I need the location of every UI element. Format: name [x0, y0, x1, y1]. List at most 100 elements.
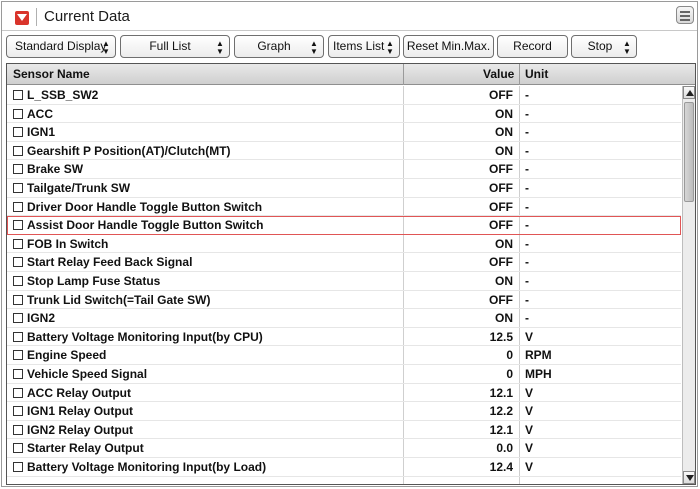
arrow-up-icon [686, 90, 694, 96]
table-row[interactable]: IGN1 Relay Output 12.2 V [7, 402, 681, 421]
row-checkbox[interactable] [13, 108, 23, 119]
row-checkbox[interactable] [13, 238, 23, 249]
sensor-value: 12.4 [489, 460, 513, 474]
sensor-unit: V [525, 422, 534, 437]
vertical-scrollbar[interactable] [682, 86, 695, 484]
sensor-name: IGN1 [27, 125, 56, 140]
row-checkbox[interactable] [13, 350, 23, 361]
sensor-unit: - [525, 199, 529, 214]
table-row[interactable]: ACC Relay Output 12.1 V [7, 384, 681, 403]
sensor-name: IGN2 Relay Output [27, 422, 134, 437]
table-row[interactable]: Vehicle Speed Signal 0 MPH [7, 365, 681, 384]
table-row[interactable]: L_SSB_SW2 OFF - [7, 86, 681, 105]
table-row[interactable]: Battery Voltage Monitoring Input(by CPU)… [7, 328, 681, 347]
table-row[interactable]: IGN1 ON - [7, 123, 681, 142]
reset-min-max-button[interactable]: Reset Min.Max. [403, 35, 494, 58]
table-row[interactable]: ACC ON - [7, 105, 681, 124]
row-checkbox[interactable] [13, 220, 23, 231]
column-header-sensor-name[interactable]: Sensor Name [13, 67, 90, 81]
collapse-icon[interactable] [15, 11, 29, 25]
standard-display-select[interactable]: Standard Display ▲ ▼ [6, 35, 116, 58]
table-row[interactable]: Starter Relay Output 0.0 V [7, 439, 681, 458]
sensor-unit: - [525, 181, 529, 195]
row-checkbox[interactable] [13, 127, 23, 138]
sensor-value: ON [495, 311, 513, 326]
grid-header: Sensor Name Value Unit [7, 64, 695, 85]
table-row[interactable]: Start Relay Feed Back Signal OFF - [7, 253, 681, 272]
row-checkbox[interactable] [13, 331, 23, 342]
scrollbar-thumb[interactable] [684, 102, 694, 202]
table-row[interactable]: Brake SW OFF - [7, 160, 681, 179]
table-row[interactable]: Engine Speed 0 RPM [7, 346, 681, 365]
column-header-unit[interactable]: Unit [525, 67, 548, 81]
sensor-name: Assist Door Handle Toggle Button Switch [27, 218, 264, 233]
record-button[interactable]: Record [497, 35, 568, 58]
up-down-arrows-icon: ▲ ▼ [216, 39, 224, 56]
items-list-select[interactable]: Items List ▲ ▼ [328, 35, 400, 58]
row-checkbox[interactable] [13, 443, 23, 454]
row-checkbox[interactable] [13, 276, 23, 286]
scroll-down-button[interactable] [683, 471, 695, 484]
row-checkbox[interactable] [13, 462, 23, 472]
sensor-value: OFF [489, 218, 513, 233]
table-row[interactable]: Stop Lamp Fuse Status ON - [7, 272, 681, 291]
sensor-value: OFF [489, 199, 513, 214]
sensor-name: FOB In Switch [27, 236, 109, 251]
sensor-value: 12.1 [489, 422, 513, 437]
sensor-name: Starter Relay Output [27, 441, 144, 456]
table-row[interactable]: Tailgate/Trunk SW OFF - [7, 179, 681, 198]
row-checkbox[interactable] [13, 183, 23, 193]
sensor-rows: L_SSB_SW2 OFF - ACC ON - IGN1 ON - Gearshift P Po… [7, 86, 681, 484]
row-checkbox[interactable] [13, 387, 23, 398]
sensor-unit: - [525, 236, 529, 251]
sensor-value: OFF [489, 292, 513, 307]
sensor-unit: - [525, 218, 529, 233]
table-row[interactable]: Gearshift P Position(AT)/Clutch(MT) ON - [7, 142, 681, 161]
toolbar: Standard Display ▲ ▼ Full List ▲ ▼ Graph ▲… [2, 32, 697, 62]
sensor-unit: V [525, 460, 534, 474]
menu-icon[interactable] [676, 6, 694, 24]
sensor-value: ON [495, 143, 513, 158]
sensor-name: Battery Voltage Monitoring Input(by Load… [27, 460, 267, 474]
table-row[interactable]: Assist Door Handle Toggle Button Switch O… [7, 216, 681, 235]
row-checkbox[interactable] [13, 294, 23, 305]
sensor-unit: - [525, 274, 529, 288]
row-checkbox[interactable] [13, 257, 23, 268]
table-row[interactable]: Driver Door Handle Toggle Button Switch O… [7, 198, 681, 217]
row-checkbox[interactable] [13, 424, 23, 435]
row-checkbox[interactable] [13, 369, 23, 379]
row-checkbox[interactable] [13, 164, 23, 175]
sensor-name: Trunk Lid Switch(=Tail Gate SW) [27, 292, 211, 307]
sensor-value: OFF [489, 181, 513, 195]
row-checkbox[interactable] [13, 406, 23, 417]
sensor-value: ON [495, 236, 513, 251]
table-row[interactable]: FOB In Switch ON - [7, 235, 681, 254]
row-checkbox[interactable] [13, 313, 23, 324]
table-row[interactable]: IGN2 ON - [7, 309, 681, 328]
table-row[interactable]: Trunk Lid Switch(=Tail Gate SW) OFF - [7, 291, 681, 310]
title-bar: Current Data [2, 2, 697, 31]
sensor-unit: MPH [525, 367, 552, 381]
column-header-value[interactable]: Value [483, 67, 514, 81]
sensor-unit: - [525, 106, 529, 121]
sensor-value: 0 [506, 367, 513, 381]
row-checkbox[interactable] [13, 145, 23, 156]
sensor-name: L_SSB_SW2 [27, 88, 99, 102]
full-list-select[interactable]: Full List ▲ ▼ [120, 35, 230, 58]
table-row[interactable]: IGN2 Relay Output 12.1 V [7, 421, 681, 440]
stop-select[interactable]: Stop ▲ ▼ [571, 35, 637, 58]
sensor-name: Gearshift P Position(AT)/Clutch(MT) [27, 143, 231, 158]
table-row[interactable]: Battery Voltage Monitoring Input(by Load… [7, 458, 681, 477]
scroll-up-button[interactable] [683, 86, 695, 99]
sensor-value: ON [495, 274, 513, 288]
sensor-unit: - [525, 255, 529, 270]
sensor-value: ON [495, 125, 513, 140]
window-title: Current Data [44, 8, 130, 25]
row-checkbox[interactable] [13, 90, 23, 100]
column-divider[interactable] [403, 64, 404, 85]
graph-select[interactable]: Graph ▲ ▼ [234, 35, 324, 58]
sensor-value: 0.0 [496, 441, 513, 456]
row-checkbox[interactable] [13, 201, 23, 212]
column-divider[interactable] [519, 64, 520, 85]
sensor-unit: - [525, 88, 529, 102]
